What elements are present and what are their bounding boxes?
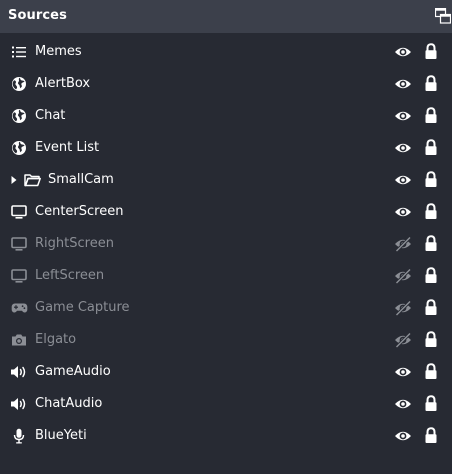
visibility-eye-icon[interactable] (394, 172, 412, 188)
lock-icon[interactable] (424, 331, 438, 348)
dock-title: Sources (8, 8, 67, 23)
source-name: SmallCam (48, 172, 114, 187)
visibility-eye-icon[interactable] (394, 396, 412, 412)
globe-icon (10, 108, 28, 124)
monitor-icon (10, 268, 28, 284)
source-row[interactable]: Elgato (0, 324, 452, 356)
source-name: LeftScreen (35, 268, 105, 283)
source-name: ChatAudio (35, 396, 103, 411)
float-dock-icon[interactable] (435, 8, 451, 24)
expand-caret-icon[interactable] (10, 175, 18, 185)
list-icon (10, 44, 28, 60)
speaker-icon (10, 364, 28, 380)
source-list: Memes AlertBox Chat Event List SmallCam … (0, 36, 452, 452)
source-name: AlertBox (35, 76, 91, 91)
source-name: BlueYeti (35, 428, 87, 443)
monitor-icon (10, 204, 28, 220)
visibility-eye-icon[interactable] (394, 204, 412, 220)
lock-icon[interactable] (424, 107, 438, 124)
source-name: RightScreen (35, 236, 114, 251)
source-name: GameAudio (35, 364, 111, 379)
lock-icon[interactable] (424, 43, 438, 60)
lock-icon[interactable] (424, 267, 438, 284)
visibility-eye-icon[interactable] (394, 44, 412, 60)
source-row[interactable]: SmallCam (0, 164, 452, 196)
visibility-hidden-icon[interactable] (394, 332, 412, 348)
globe-icon (10, 76, 28, 92)
source-row[interactable]: CenterScreen (0, 196, 452, 228)
dock-titlebar[interactable]: Sources (0, 0, 452, 33)
source-row[interactable]: ChatAudio (0, 388, 452, 420)
sources-dock: Sources Memes AlertBox Chat Event List S… (0, 0, 452, 474)
lock-icon[interactable] (424, 363, 438, 380)
visibility-eye-icon[interactable] (394, 428, 412, 444)
source-name: Memes (35, 44, 82, 59)
microphone-icon (10, 428, 28, 444)
lock-icon[interactable] (424, 299, 438, 316)
source-row[interactable]: RightScreen (0, 228, 452, 260)
visibility-eye-icon[interactable] (394, 108, 412, 124)
visibility-eye-icon[interactable] (394, 76, 412, 92)
source-name: Chat (35, 108, 66, 123)
gamepad-icon (10, 300, 28, 316)
lock-icon[interactable] (424, 75, 438, 92)
source-row[interactable]: BlueYeti (0, 420, 452, 452)
lock-icon[interactable] (424, 235, 438, 252)
visibility-hidden-icon[interactable] (394, 236, 412, 252)
source-name: Event List (35, 140, 100, 155)
folder-icon (23, 172, 41, 188)
source-name: Game Capture (35, 300, 130, 315)
source-name: CenterScreen (35, 204, 124, 219)
lock-icon[interactable] (424, 427, 438, 444)
visibility-hidden-icon[interactable] (394, 300, 412, 316)
lock-icon[interactable] (424, 203, 438, 220)
visibility-eye-icon[interactable] (394, 364, 412, 380)
source-row[interactable]: Event List (0, 132, 452, 164)
source-row[interactable]: AlertBox (0, 68, 452, 100)
lock-icon[interactable] (424, 171, 438, 188)
source-row[interactable]: Chat (0, 100, 452, 132)
source-row[interactable]: GameAudio (0, 356, 452, 388)
lock-icon[interactable] (424, 139, 438, 156)
speaker-icon (10, 396, 28, 412)
visibility-hidden-icon[interactable] (394, 268, 412, 284)
monitor-icon (10, 236, 28, 252)
source-name: Elgato (35, 332, 77, 347)
camera-icon (10, 332, 28, 348)
lock-icon[interactable] (424, 395, 438, 412)
source-row[interactable]: Game Capture (0, 292, 452, 324)
source-row[interactable]: Memes (0, 36, 452, 68)
source-row[interactable]: LeftScreen (0, 260, 452, 292)
globe-icon (10, 140, 28, 156)
visibility-eye-icon[interactable] (394, 140, 412, 156)
